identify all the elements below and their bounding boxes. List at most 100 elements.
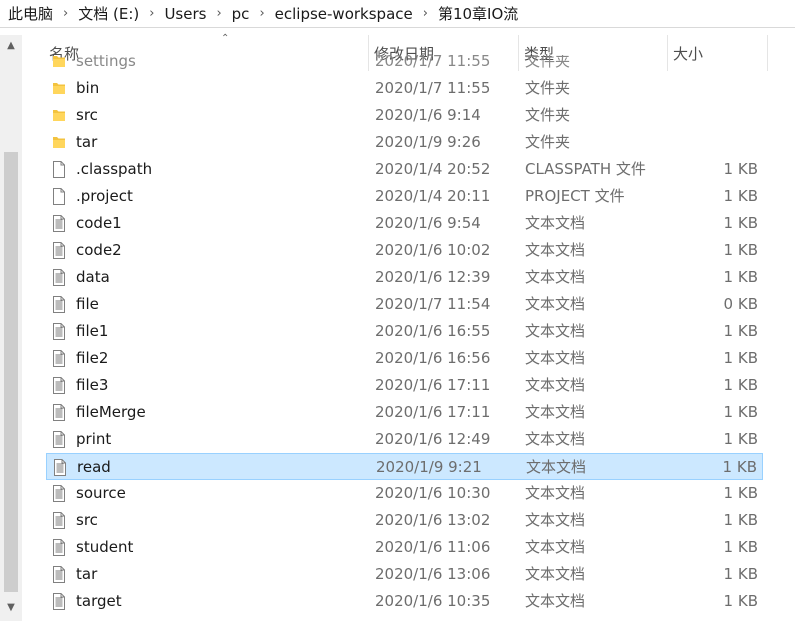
file-type: 文件夹	[525, 133, 571, 151]
file-date-modified: 2020/1/6 12:39	[375, 268, 491, 286]
text-file-icon	[52, 296, 66, 313]
file-row[interactable]: src 2020/1/6 9:14 文件夹	[46, 102, 763, 129]
file-type: 文本文档	[525, 322, 586, 340]
text-file-icon	[52, 377, 66, 394]
file-name: src	[76, 106, 98, 124]
breadcrumb-separator-icon[interactable]: ›	[417, 6, 434, 21]
breadcrumb-item[interactable]: 第10章IO流	[434, 3, 522, 24]
folder-icon	[52, 55, 66, 70]
text-file-icon	[52, 269, 66, 286]
file-size: 0 KB	[723, 295, 758, 313]
file-date-modified: 2020/1/9 9:26	[375, 133, 481, 151]
file-size: 1 KB	[723, 403, 758, 421]
file-type: 文本文档	[526, 458, 587, 476]
file-row[interactable]: data 2020/1/6 12:39 文本文档 1 KB	[46, 264, 763, 291]
file-size: 1 KB	[723, 565, 758, 583]
breadcrumb-separator-icon[interactable]: ›	[253, 6, 270, 21]
file-row[interactable]: read 2020/1/9 9:21 文本文档 1 KB	[46, 453, 763, 480]
file-row[interactable]: fileMerge 2020/1/6 17:11 文本文档 1 KB	[46, 399, 763, 426]
file-row[interactable]: student 2020/1/6 11:06 文本文档 1 KB	[46, 534, 763, 561]
file-name: code2	[76, 241, 122, 259]
file-size: 1 KB	[723, 430, 758, 448]
file-date-modified: 2020/1/6 10:30	[375, 484, 491, 502]
file-name: .classpath	[76, 160, 153, 178]
file-row[interactable]: file3 2020/1/6 17:11 文本文档 1 KB	[46, 372, 763, 399]
text-file-icon	[52, 350, 66, 367]
address-bar[interactable]: 此电脑 › 文档 (E:) › Users › pc › eclipse-workspace › 第…	[0, 0, 795, 28]
file-row[interactable]: file 2020/1/7 11:54 文本文档 0 KB	[46, 291, 763, 318]
file-row[interactable]: code2 2020/1/6 10:02 文本文档 1 KB	[46, 237, 763, 264]
breadcrumb-item[interactable]: pc	[228, 5, 254, 23]
file-row[interactable]: source 2020/1/6 10:30 文本文档 1 KB	[46, 480, 763, 507]
scroll-up-arrow-icon[interactable]: ▲	[0, 35, 22, 55]
file-date-modified: 2020/1/6 13:02	[375, 511, 491, 529]
file-name: .project	[76, 187, 133, 205]
file-row[interactable]: .classpath 2020/1/4 20:52 CLASSPATH 文件 1 KB	[46, 156, 763, 183]
file-date-modified: 2020/1/7 11:55	[375, 79, 491, 97]
breadcrumb-item[interactable]: 文档 (E:)	[74, 3, 143, 24]
file-row[interactable]: src 2020/1/6 13:02 文本文档 1 KB	[46, 507, 763, 534]
text-file-icon	[52, 539, 66, 556]
file-row[interactable]: settings 2020/1/7 11:55 文件夹	[46, 55, 763, 75]
breadcrumb-item[interactable]: 此电脑	[4, 3, 57, 24]
file-size: 1 KB	[723, 214, 758, 232]
file-size: 1 KB	[723, 538, 758, 556]
file-size: 1 KB	[723, 268, 758, 286]
text-file-icon	[52, 404, 66, 421]
file-row[interactable]: bin 2020/1/7 11:55 文件夹	[46, 75, 763, 102]
file-size: 1 KB	[723, 592, 758, 610]
text-file-icon	[53, 459, 67, 476]
breadcrumb-separator-icon[interactable]: ›	[57, 6, 74, 21]
file-name: code1	[76, 214, 122, 232]
file-row[interactable]: file2 2020/1/6 16:56 文本文档 1 KB	[46, 345, 763, 372]
file-type: 文件夹	[525, 55, 571, 70]
file-row[interactable]: print 2020/1/6 12:49 文本文档 1 KB	[46, 426, 763, 453]
breadcrumb-separator-icon[interactable]: ›	[143, 6, 160, 21]
text-file-icon	[52, 566, 66, 583]
file-date-modified: 2020/1/7 11:55	[375, 55, 491, 70]
file-size: 1 KB	[723, 484, 758, 502]
file-type: 文本文档	[525, 430, 586, 448]
text-file-icon	[52, 512, 66, 529]
file-type: 文本文档	[525, 403, 586, 421]
file-type: 文本文档	[525, 484, 586, 502]
breadcrumb-item[interactable]: Users	[160, 5, 210, 23]
file-name: tar	[76, 133, 98, 151]
file-name: target	[76, 592, 122, 610]
file-size: 1 KB	[723, 511, 758, 529]
file-row[interactable]: code1 2020/1/6 9:54 文本文档 1 KB	[46, 210, 763, 237]
folder-icon	[52, 134, 66, 151]
file-type: 文本文档	[525, 214, 586, 232]
file-date-modified: 2020/1/6 17:11	[375, 376, 491, 394]
file-date-modified: 2020/1/4 20:52	[375, 160, 491, 178]
file-row[interactable]: tar 2020/1/6 13:06 文本文档 1 KB	[46, 561, 763, 588]
breadcrumb-separator-icon[interactable]: ›	[210, 6, 227, 21]
file-name: src	[76, 511, 98, 529]
file-row[interactable]: target 2020/1/6 10:35 文本文档 1 KB	[46, 588, 763, 615]
file-date-modified: 2020/1/6 12:49	[375, 430, 491, 448]
file-row[interactable]: tar 2020/1/9 9:26 文件夹	[46, 129, 763, 156]
file-row[interactable]: .project 2020/1/4 20:11 PROJECT 文件 1 KB	[46, 183, 763, 210]
file-name: student	[76, 538, 134, 556]
file-name: bin	[76, 79, 100, 97]
folder-icon	[52, 80, 66, 97]
file-name: file2	[76, 349, 109, 367]
file-type: 文本文档	[525, 376, 586, 394]
file-row[interactable]: file1 2020/1/6 16:55 文本文档 1 KB	[46, 318, 763, 345]
file-name: tar	[76, 565, 98, 583]
file-name: fileMerge	[76, 403, 146, 421]
file-name: settings	[76, 55, 136, 70]
file-date-modified: 2020/1/6 16:56	[375, 349, 491, 367]
file-list: settings 2020/1/7 11:55 文件夹 bin 2020/1/7 11:…	[0, 55, 795, 621]
file-type: 文本文档	[525, 349, 586, 367]
file-date-modified: 2020/1/7 11:54	[375, 295, 491, 313]
file-date-modified: 2020/1/6 17:11	[375, 403, 491, 421]
breadcrumb-item[interactable]: eclipse-workspace	[271, 5, 417, 23]
file-name: file3	[76, 376, 109, 394]
file-type: 文本文档	[525, 295, 586, 313]
file-date-modified: 2020/1/4 20:11	[375, 187, 491, 205]
file-name: source	[76, 484, 126, 502]
file-type: 文本文档	[525, 565, 586, 583]
blank-file-icon	[52, 188, 66, 205]
file-type: 文本文档	[525, 268, 586, 286]
